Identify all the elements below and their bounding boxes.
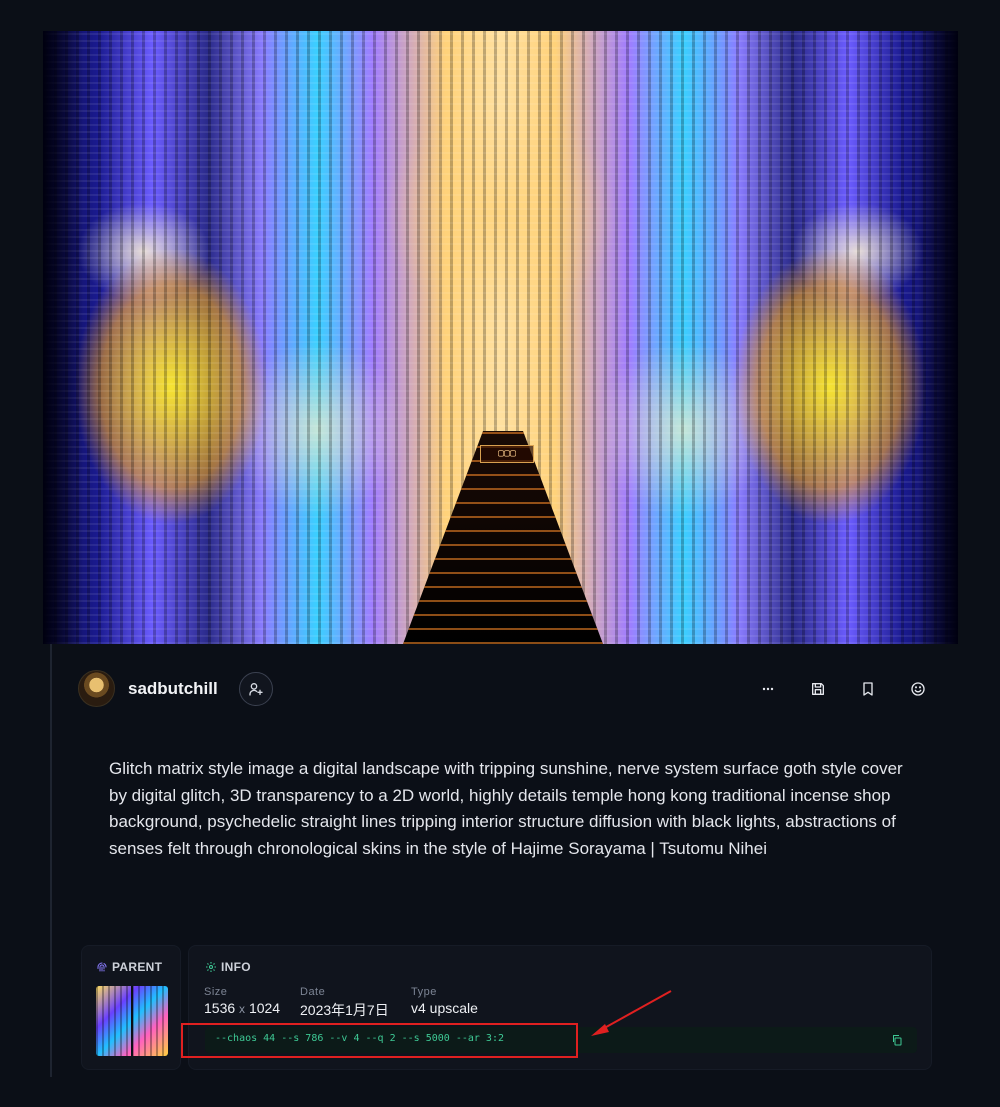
add-user-icon: [249, 683, 263, 696]
info-panel: INFO Size 1536 x 1024 Date 2023年1月7日 Typ…: [188, 945, 932, 1070]
size-label: Size: [204, 986, 228, 998]
bookmark-button[interactable]: [856, 677, 880, 701]
date-value: 2023年1月7日: [300, 1002, 389, 1018]
parent-panel: PARENT: [81, 945, 181, 1070]
image-shade-left: [43, 31, 83, 644]
size-separator: x: [239, 1002, 246, 1016]
follow-button[interactable]: [239, 672, 273, 706]
info-label: INFO: [221, 960, 251, 974]
bookmark-icon: [863, 682, 873, 696]
smiley-icon: [911, 682, 925, 696]
date-label: Date: [300, 986, 326, 998]
image-sign: ▢▢▢: [480, 445, 534, 463]
react-button[interactable]: [906, 677, 930, 701]
copy-icon[interactable]: [891, 1033, 903, 1047]
params-text[interactable]: --chaos 44 --s 786 --v 4 --q 2 --s 5000 …: [215, 1033, 504, 1044]
fingerprint-icon: [97, 962, 107, 972]
size-height: 1024: [248, 1000, 281, 1016]
avatar[interactable]: [78, 670, 115, 707]
post-image[interactable]: ▢▢▢: [43, 31, 958, 644]
info-heading: INFO: [205, 960, 251, 974]
type-value: v4 upscale: [411, 1000, 478, 1016]
author-row: sadbutchill: [78, 670, 930, 708]
size-field: Size 1536 x 1024: [204, 986, 280, 1016]
username[interactable]: sadbutchill: [128, 679, 218, 699]
parent-thumbnail[interactable]: [96, 986, 168, 1056]
thread-line: [50, 644, 52, 1077]
size-width: 1536: [204, 1000, 236, 1016]
parent-heading: PARENT: [96, 960, 162, 974]
floppy-disk-icon: [812, 683, 824, 695]
ellipsis-icon: [762, 687, 774, 691]
type-field: Type v4 upscale: [411, 986, 478, 1016]
size-value: 1536 x 1024: [204, 1000, 280, 1016]
date-field: Date 2023年1月7日: [300, 986, 389, 1020]
type-label: Type: [411, 986, 437, 998]
more-options-button[interactable]: [756, 677, 780, 701]
prompt-text: Glitch matrix style image a digital land…: [109, 759, 903, 858]
gear-icon: [206, 962, 216, 972]
params-box: --chaos 44 --s 786 --v 4 --q 2 --s 5000 …: [205, 1027, 917, 1053]
image-shade-right: [918, 31, 958, 644]
save-button[interactable]: [806, 677, 830, 701]
parent-label: PARENT: [112, 960, 163, 974]
